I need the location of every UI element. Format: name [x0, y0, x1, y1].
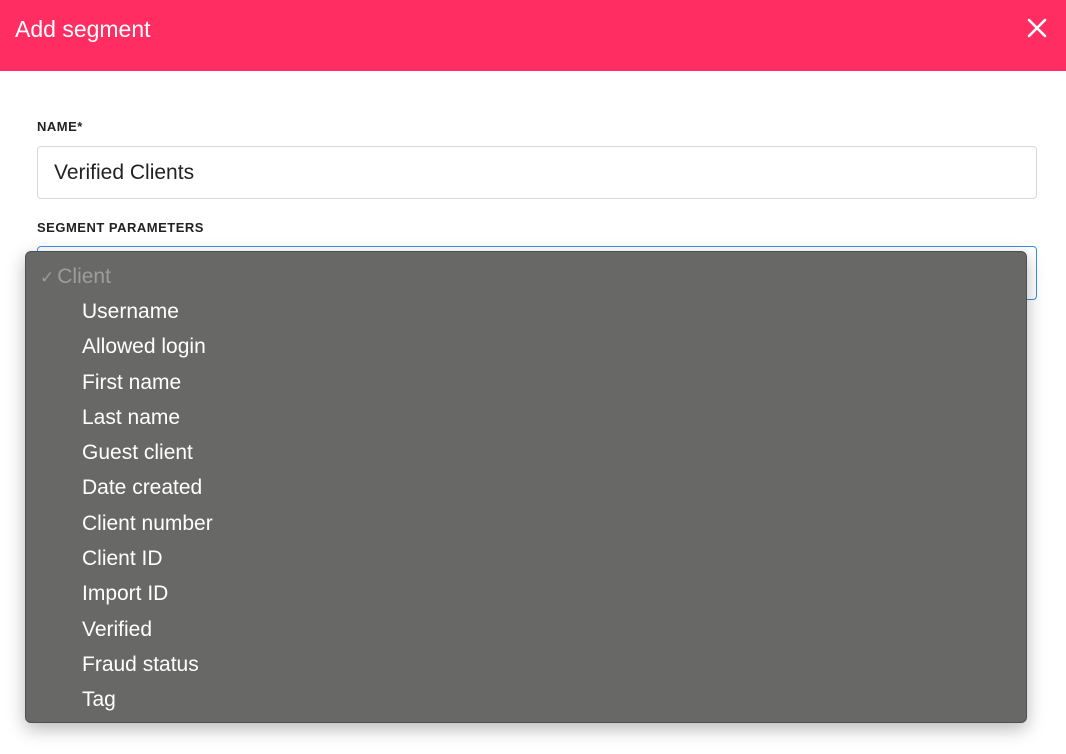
name-label: NAME* [37, 119, 83, 134]
option-client-id[interactable]: Client ID [26, 541, 1026, 576]
segment-parameters-label: SEGMENT PARAMETERS [37, 220, 204, 235]
option-username[interactable]: Username [26, 294, 1026, 329]
name-input[interactable] [37, 146, 1037, 199]
modal-title: Add segment [15, 16, 151, 42]
option-first-name[interactable]: First name [26, 365, 1026, 400]
segment-parameters-dropdown: ✓ Client Username Allowed login First nam… [25, 251, 1027, 723]
add-segment-modal: Add segment NAME* SEGMENT PARAMETERS ✓Cl… [0, 0, 1066, 754]
option-list: Username Allowed login First name Last n… [26, 294, 1026, 718]
option-group-client: ✓ Client [40, 264, 111, 291]
option-import-id[interactable]: Import ID [26, 576, 1026, 611]
option-guest-client[interactable]: Guest client [26, 435, 1026, 470]
option-verified[interactable]: Verified [26, 612, 1026, 647]
option-group-label: Client [57, 265, 111, 288]
checkmark-icon: ✓ [40, 268, 55, 287]
option-fraud-status[interactable]: Fraud status [26, 647, 1026, 682]
option-last-name[interactable]: Last name [26, 400, 1026, 435]
close-icon [1027, 18, 1047, 38]
option-date-created[interactable]: Date created [26, 470, 1026, 505]
close-button[interactable] [1026, 17, 1048, 39]
modal-header: Add segment [0, 0, 1066, 71]
option-tag[interactable]: Tag [26, 682, 1026, 717]
option-client-number[interactable]: Client number [26, 506, 1026, 541]
option-allowed-login[interactable]: Allowed login [26, 329, 1026, 364]
